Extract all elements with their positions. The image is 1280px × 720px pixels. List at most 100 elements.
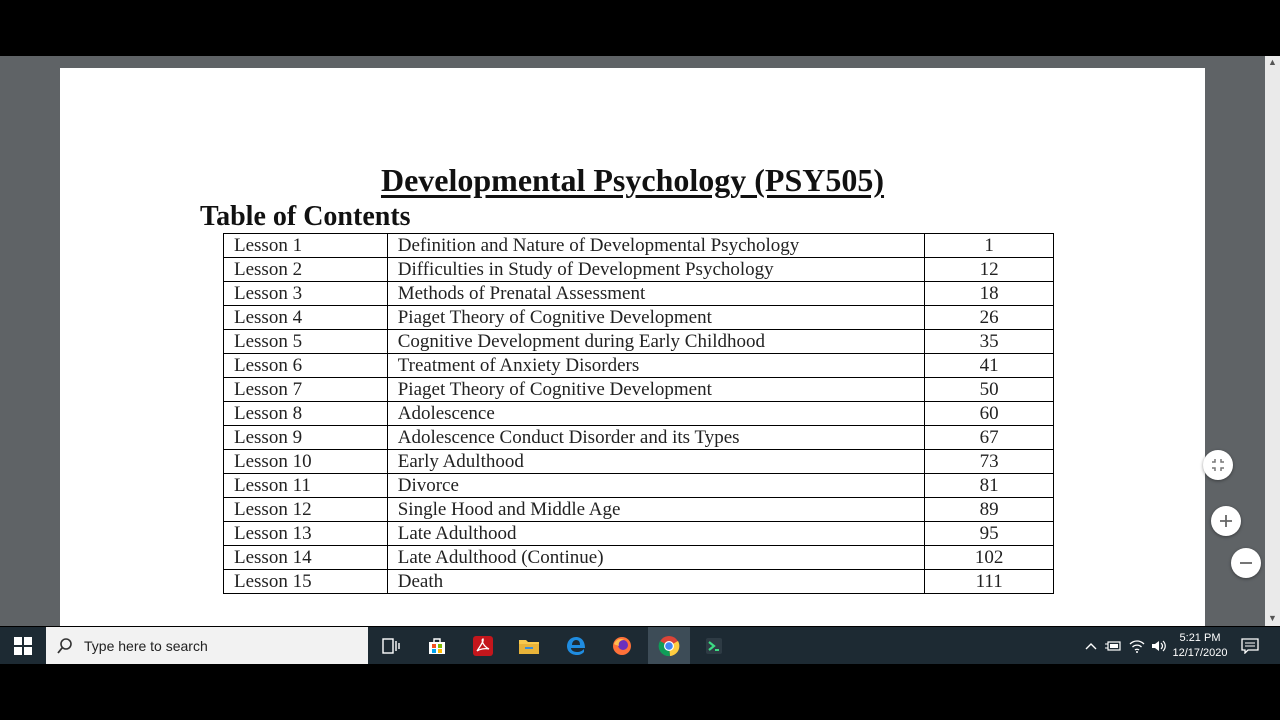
toc-topic-cell: Adolescence [386, 401, 926, 426]
toc-page-cell: 1 [924, 233, 1054, 258]
toc-row: Lesson 13 Late Adulthood 95 [223, 521, 1054, 546]
toc-topic-cell: Methods of Prenatal Assessment [386, 281, 926, 306]
firefox-icon [612, 636, 631, 655]
toc-page-cell: 102 [924, 545, 1054, 570]
clock-time: 5:21 PM [1179, 631, 1221, 644]
toc-topic-cell: Treatment of Anxiety Disorders [386, 353, 926, 378]
wifi-icon [1129, 639, 1145, 653]
toc-page-cell: 12 [924, 257, 1054, 282]
acrobat-button[interactable] [464, 627, 501, 664]
toc-lesson-cell: Lesson 11 [223, 473, 388, 498]
task-view-button[interactable] [372, 627, 409, 664]
toc-topic-cell: Piaget Theory of Cognitive Development [386, 377, 926, 402]
toc-topic-cell: Late Adulthood (Continue) [386, 545, 926, 570]
toc-row: Lesson 6 Treatment of Anxiety Disorders 41 [223, 353, 1054, 378]
battery-icon [1105, 640, 1121, 651]
edge-button[interactable] [557, 627, 594, 664]
toc-lesson-cell: Lesson 1 [223, 233, 388, 258]
action-center-button[interactable] [1236, 627, 1264, 664]
document-title: Developmental Psychology (PSY505) [380, 162, 885, 198]
toc-row: Lesson 11 Divorce 81 [223, 473, 1054, 498]
toc-lesson-cell: Lesson 5 [223, 329, 388, 354]
network-button[interactable] [1126, 627, 1148, 664]
clock[interactable]: 5:21 PM 12/17/2020 [1170, 627, 1230, 664]
toc-topic-cell: Definition and Nature of Developmental P… [386, 233, 926, 258]
chevron-up-icon [1085, 642, 1097, 649]
toc-page-cell: 26 [924, 305, 1054, 330]
android-studio-icon [705, 637, 722, 654]
toc-lesson-cell: Lesson 2 [223, 257, 388, 282]
chrome-button[interactable] [648, 627, 690, 664]
acrobat-icon [472, 635, 493, 656]
android-studio-button[interactable] [695, 627, 732, 664]
toc-lesson-cell: Lesson 13 [223, 521, 388, 546]
scroll-up-icon[interactable]: ▲ [1265, 56, 1280, 68]
plus-icon [1220, 515, 1232, 527]
volume-button[interactable] [1148, 627, 1170, 664]
store-icon [428, 637, 445, 654]
toc-lesson-cell: Lesson 15 [223, 569, 388, 594]
toc-page-cell: 89 [924, 497, 1054, 522]
firefox-button[interactable] [603, 627, 640, 664]
zoom-out-button[interactable] [1231, 548, 1261, 578]
battery-button[interactable] [1102, 627, 1124, 664]
search-icon [57, 637, 72, 654]
toc-page-cell: 67 [924, 425, 1054, 450]
toc-lesson-cell: Lesson 14 [223, 545, 388, 570]
toc-table: Lesson 1 Definition and Nature of Develop… [223, 233, 1054, 594]
toc-row: Lesson 5 Cognitive Development during Ear… [223, 329, 1054, 354]
toc-lesson-cell: Lesson 9 [223, 425, 388, 450]
toc-topic-cell: Single Hood and Middle Age [386, 497, 926, 522]
toc-topic-cell: Adolescence Conduct Disorder and its Typ… [386, 425, 926, 450]
toc-row: Lesson 2 Difficulties in Study of Develop… [223, 257, 1054, 282]
toc-topic-cell: Death [386, 569, 926, 594]
toc-lesson-cell: Lesson 10 [223, 449, 388, 474]
toc-topic-cell: Difficulties in Study of Development Psy… [386, 257, 926, 282]
toc-row: Lesson 12 Single Hood and Middle Age 89 [223, 497, 1054, 522]
toc-topic-cell: Piaget Theory of Cognitive Development [386, 305, 926, 330]
toc-row: Lesson 1 Definition and Nature of Develop… [223, 233, 1054, 258]
toc-row: Lesson 14 Late Adulthood (Continue) 102 [223, 545, 1054, 570]
document-viewer[interactable]: Developmental Psychology (PSY505) Table … [0, 56, 1280, 626]
fit-page-button[interactable] [1203, 450, 1233, 480]
toc-page-cell: 95 [924, 521, 1054, 546]
start-button[interactable] [0, 627, 45, 664]
toc-row: Lesson 7 Piaget Theory of Cognitive Devel… [223, 377, 1054, 402]
toc-page-cell: 73 [924, 449, 1054, 474]
speaker-icon [1152, 640, 1166, 651]
toc-page-cell: 18 [924, 281, 1054, 306]
toc-lesson-cell: Lesson 3 [223, 281, 388, 306]
notification-icon [1241, 637, 1259, 654]
windows-logo-icon [13, 636, 32, 655]
zoom-in-button[interactable] [1211, 506, 1241, 536]
toc-page-cell: 50 [924, 377, 1054, 402]
toc-page-cell: 35 [924, 329, 1054, 354]
toc-topic-cell: Late Adulthood [386, 521, 926, 546]
toc-row: Lesson 15 Death 111 [223, 569, 1054, 594]
pdf-page: Developmental Psychology (PSY505) Table … [60, 68, 1205, 626]
clock-date: 12/17/2020 [1172, 646, 1228, 659]
fit-page-icon [1212, 459, 1224, 471]
toc-lesson-cell: Lesson 12 [223, 497, 388, 522]
file-explorer-button[interactable] [510, 627, 547, 664]
toc-row: Lesson 4 Piaget Theory of Cognitive Devel… [223, 305, 1054, 330]
toc-lesson-cell: Lesson 7 [223, 377, 388, 402]
toc-lesson-cell: Lesson 6 [223, 353, 388, 378]
toc-row: Lesson 9 Adolescence Conduct Disorder and… [223, 425, 1054, 450]
toc-lesson-cell: Lesson 8 [223, 401, 388, 426]
toc-row: Lesson 8 Adolescence 60 [223, 401, 1054, 426]
toc-page-cell: 60 [924, 401, 1054, 426]
toc-topic-cell: Divorce [386, 473, 926, 498]
show-hidden-icons-button[interactable] [1082, 627, 1100, 664]
search-placeholder: Type here to search [84, 637, 208, 654]
vertical-scrollbar[interactable]: ▲ ▼ [1265, 56, 1280, 626]
taskbar-search-box[interactable]: Type here to search [46, 627, 368, 664]
toc-row: Lesson 10 Early Adulthood 73 [223, 449, 1054, 474]
toc-page-cell: 81 [924, 473, 1054, 498]
letterbox-bottom [0, 664, 1280, 720]
scroll-down-icon[interactable]: ▼ [1265, 612, 1280, 624]
toc-topic-cell: Early Adulthood [386, 449, 926, 474]
store-button[interactable] [418, 627, 455, 664]
toc-heading: Table of Contents [200, 201, 411, 232]
toc-page-cell: 41 [924, 353, 1054, 378]
